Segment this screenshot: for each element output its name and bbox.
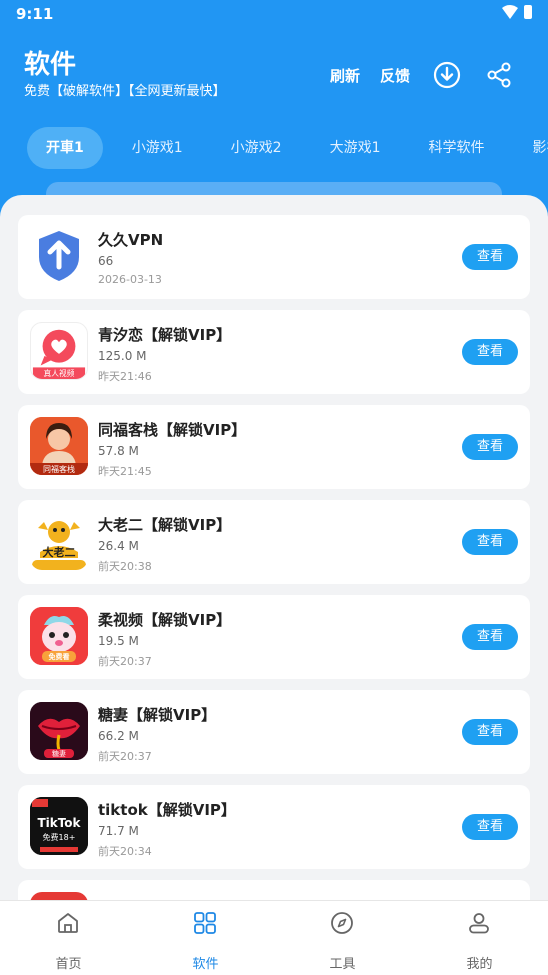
list-item[interactable]: 大老二 大老二【解锁VIP】 26.4 M 前天20:38 查看	[18, 500, 530, 584]
tab-xiaoyouxi1[interactable]: 小游戏1	[113, 127, 202, 169]
share-icon[interactable]	[484, 60, 514, 90]
view-button[interactable]: 查看	[462, 814, 518, 840]
app-name: 糖妻【解锁VIP】	[98, 706, 217, 724]
app-date: 昨天21:45	[98, 465, 152, 478]
battery-icon	[524, 5, 532, 19]
tab-kexue-ruanjian[interactable]: 科学软件	[410, 127, 504, 169]
chat-heart-icon: 真人视频	[30, 322, 88, 380]
app-name: 大老二【解锁VIP】	[98, 516, 232, 534]
app-date: 前天20:37	[98, 655, 152, 668]
tiktok-icon-subtitle: 免费18+	[43, 832, 76, 842]
view-button[interactable]: 查看	[462, 434, 518, 460]
app-name: tiktok【解锁VIP】	[98, 801, 236, 819]
app-date: 昨天21:46	[98, 370, 152, 383]
tab-xiaoyouxi2[interactable]: 小游戏2	[212, 127, 301, 169]
app-date: 前天20:34	[98, 845, 152, 858]
nav-home-label: 首页	[55, 957, 82, 972]
app-date: 2026-03-13	[98, 273, 162, 286]
compass-icon	[331, 912, 353, 934]
app-date: 前天20:37	[98, 750, 152, 763]
download-icon[interactable]	[432, 60, 462, 90]
page-title: 软件	[24, 50, 77, 80]
app-size: 26.4 M	[98, 539, 139, 553]
tab-yingshi[interactable]: 影视	[514, 127, 548, 169]
nav-profile[interactable]: 我的	[411, 901, 548, 975]
list-item[interactable]: 真人视频 青汐恋【解锁VIP】 125.0 M 昨天21:46 查看	[18, 310, 530, 394]
grid-icon	[194, 912, 216, 934]
view-button[interactable]: 查看	[462, 719, 518, 745]
app-icon-partial	[30, 892, 88, 900]
feedback-button[interactable]: 反馈	[380, 65, 410, 86]
chat-heart-icon-label: 真人视频	[44, 368, 75, 378]
cartoon-icon-label: 免费看	[49, 652, 70, 661]
lips-icon: 糖妻	[30, 702, 88, 760]
nav-software-label: 软件	[192, 957, 219, 972]
app-size: 66.2 M	[98, 729, 139, 743]
refresh-button[interactable]: 刷新	[330, 65, 360, 86]
app-size: 66	[98, 254, 114, 268]
nav-home[interactable]: 首页	[0, 901, 137, 975]
lips-icon-label: 糖妻	[52, 749, 66, 758]
app-name: 青汐恋【解锁VIP】	[98, 326, 232, 344]
list-item[interactable]	[18, 880, 530, 900]
view-button[interactable]: 查看	[462, 529, 518, 555]
tab-kaiche1[interactable]: 开車1	[27, 127, 103, 169]
list-item[interactable]: 免费看 柔视频【解锁VIP】 19.5 M 前天20:37 查看	[18, 595, 530, 679]
app-name: 久久VPN	[98, 231, 164, 249]
app-size: 71.7 M	[98, 824, 139, 838]
nav-software[interactable]: 软件	[137, 901, 274, 975]
bottom-nav: 首页 软件 工具 我的	[0, 900, 548, 975]
app-name: 柔视频【解锁VIP】	[98, 611, 232, 629]
cartoon-icon: 免费看	[30, 607, 88, 665]
list-item[interactable]: 同福客栈 同福客栈【解锁VIP】 57.8 M 昨天21:45 查看	[18, 405, 530, 489]
category-tabs: 开車1小游戏1小游戏2大游戏1科学软件影视	[27, 127, 548, 169]
home-icon	[58, 913, 78, 933]
list-item[interactable]: 糖妻 糖妻【解锁VIP】 66.2 M 前天20:37 查看	[18, 690, 530, 774]
nav-profile-label: 我的	[466, 957, 493, 972]
list-item[interactable]: TikTok 免费18+ tiktok【解锁VIP】 71.7 M 前天20:34…	[18, 785, 530, 869]
header-actions: 刷新 反馈	[310, 60, 514, 90]
list-item[interactable]: 久久VPN 66 2026-03-13 查看	[18, 215, 530, 299]
mascot-icon: 大老二	[30, 512, 88, 570]
page-subtitle: 免费【破解软件】【全网更新最快】	[24, 84, 226, 99]
user-icon	[469, 913, 489, 934]
status-time: 9:11	[16, 5, 54, 23]
portrait-icon-label: 同福客栈	[43, 464, 75, 474]
app-date: 前天20:38	[98, 560, 152, 573]
app-size: 125.0 M	[98, 349, 147, 363]
nav-tools[interactable]: 工具	[274, 901, 411, 975]
mascot-icon-label: 大老二	[43, 545, 76, 559]
wifi-icon	[502, 5, 518, 19]
view-button[interactable]: 查看	[462, 624, 518, 650]
portrait-icon: 同福客栈	[30, 417, 88, 475]
status-bar: 9:11	[0, 0, 548, 28]
view-button[interactable]: 查看	[462, 244, 518, 270]
app-list: 久久VPN 66 2026-03-13 查看 真人视频 青汐恋【解锁VIP】 1…	[0, 195, 548, 900]
tab-dayouxi1[interactable]: 大游戏1	[311, 127, 400, 169]
app-size: 57.8 M	[98, 444, 139, 458]
tiktok-icon-wordmark: TikTok	[37, 816, 81, 830]
view-button[interactable]: 查看	[462, 339, 518, 365]
tiktok-icon: TikTok 免费18+	[30, 797, 88, 855]
app-name: 同福客栈【解锁VIP】	[98, 421, 247, 439]
shield-arrow-icon	[30, 227, 88, 285]
nav-tools-label: 工具	[329, 957, 356, 972]
app-size: 19.5 M	[98, 634, 139, 648]
status-icons	[502, 5, 532, 19]
